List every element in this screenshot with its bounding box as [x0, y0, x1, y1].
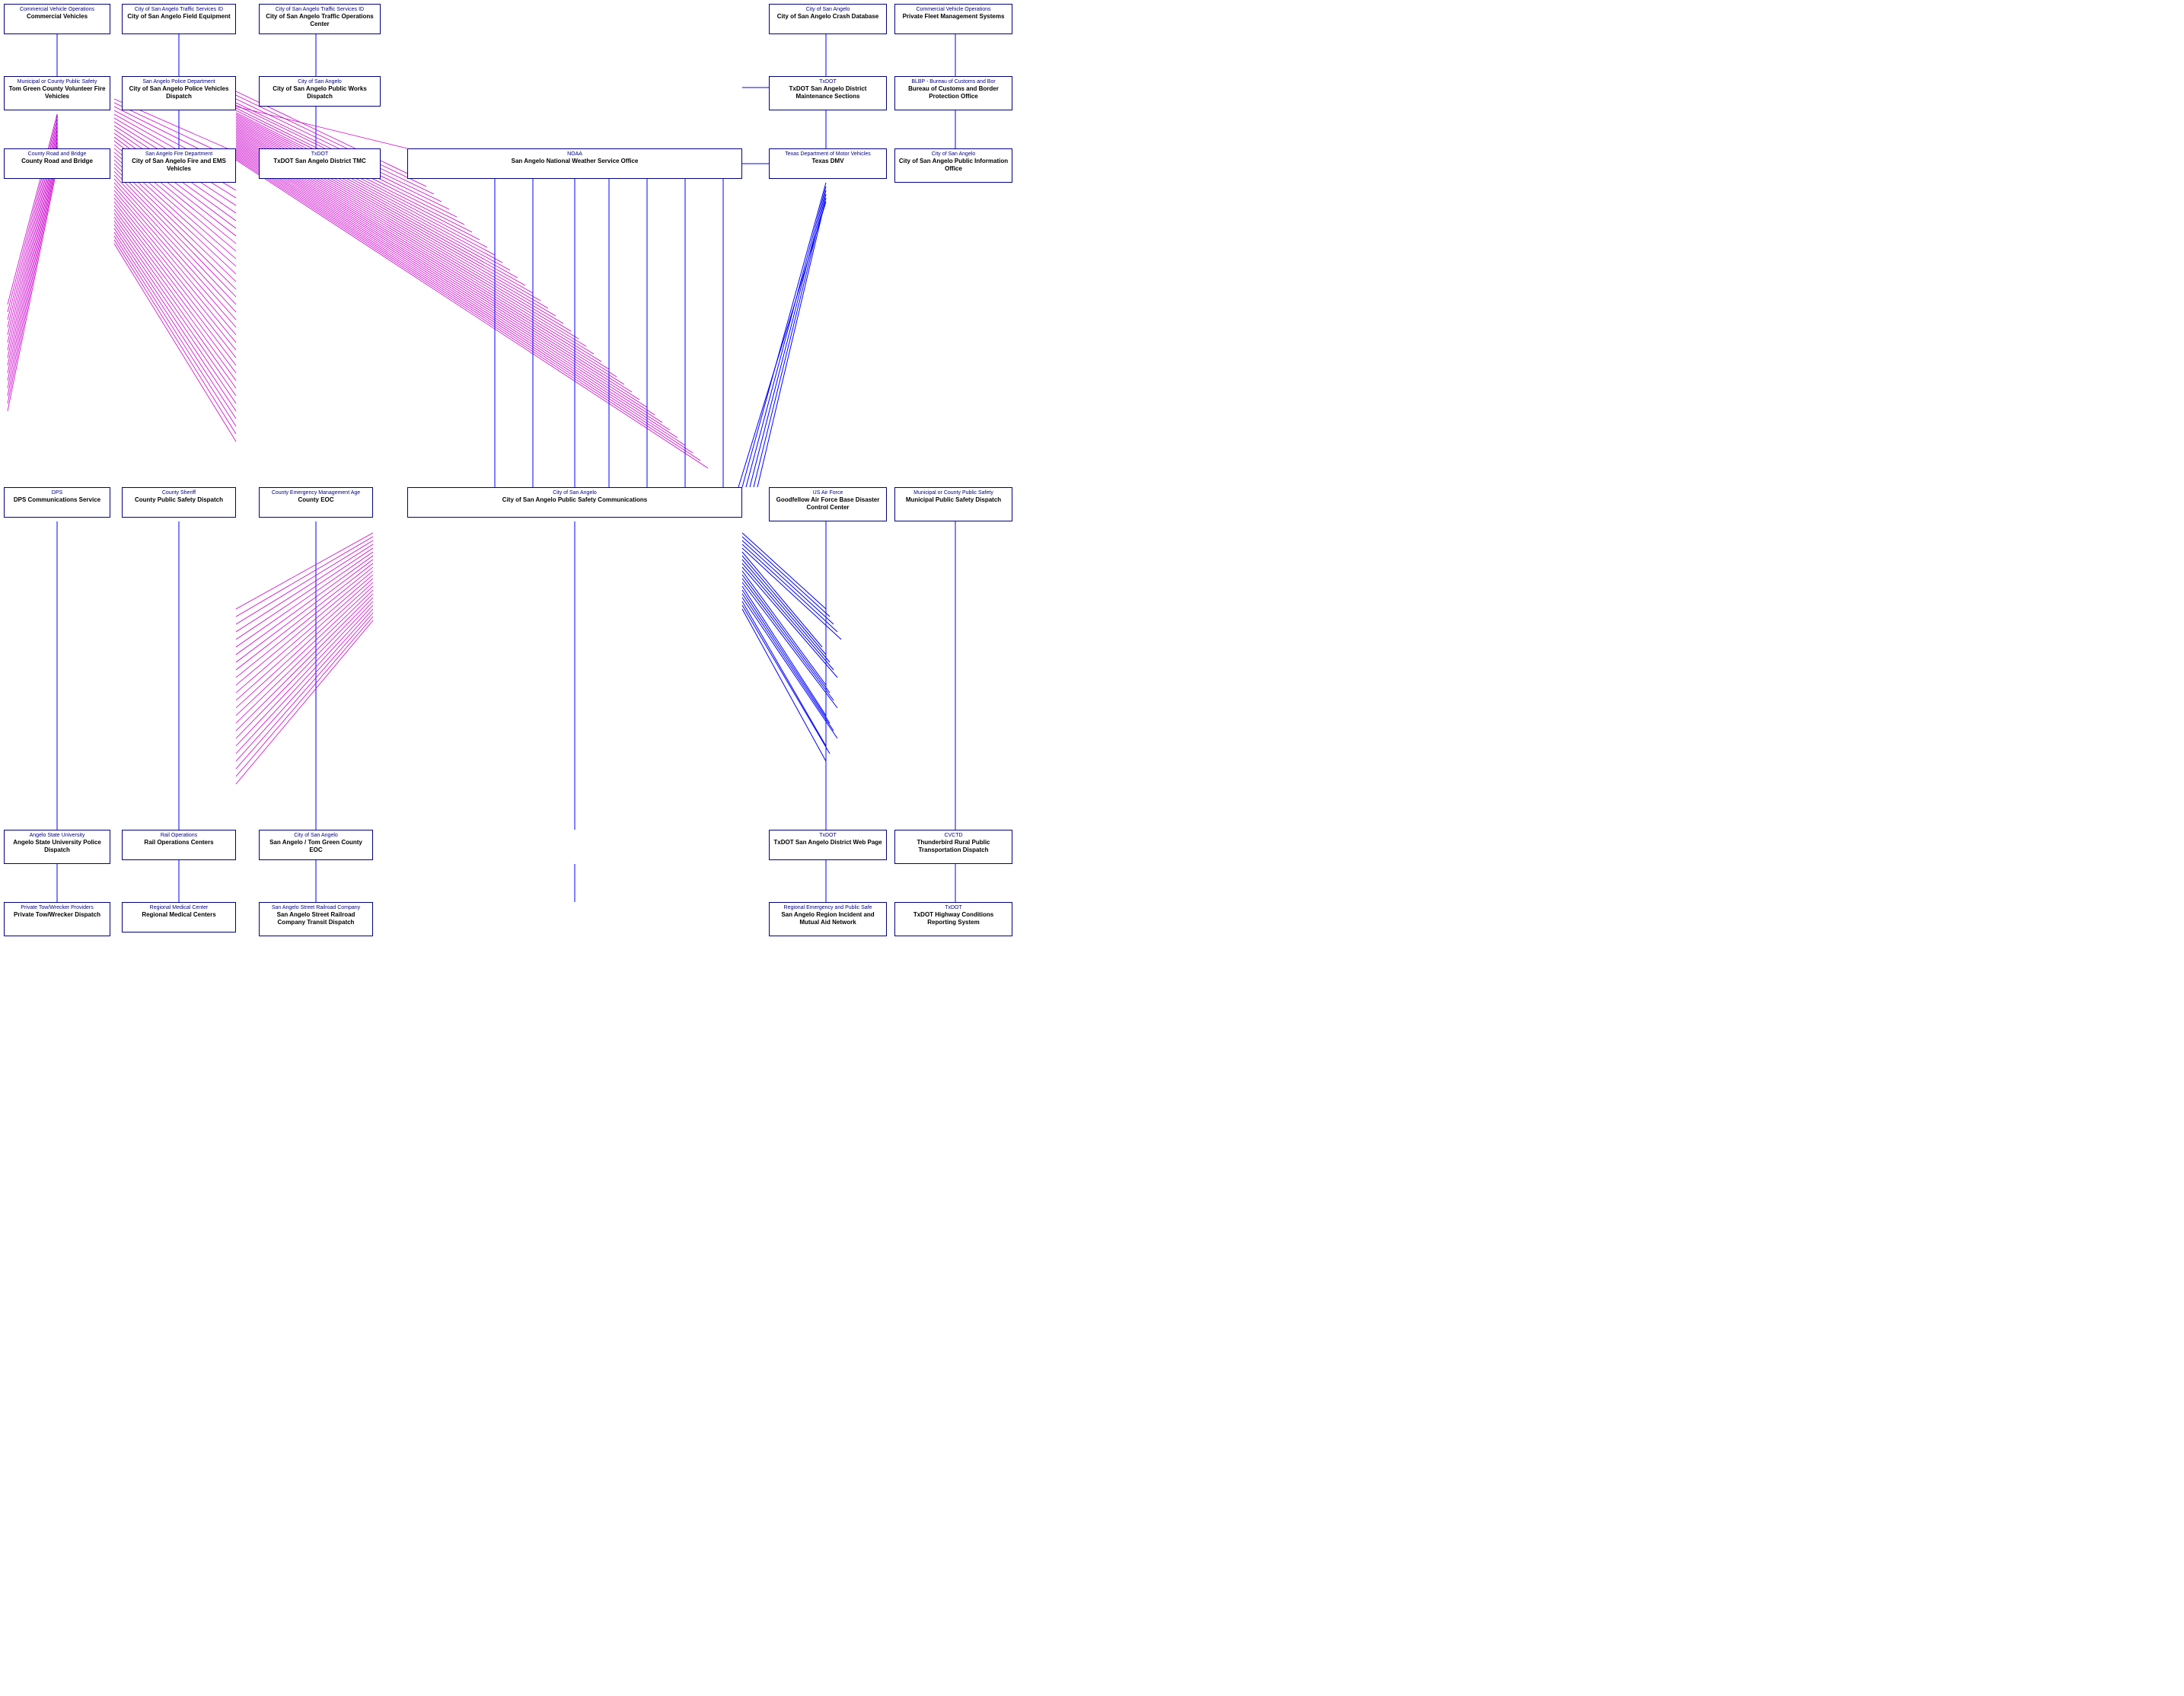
node-asu-police: Angelo State University Angelo State Uni…	[4, 830, 110, 864]
node-maint-category: TxDOT	[773, 79, 883, 85]
node-commercial-vehicles-category: Commercial Vehicle Operations	[8, 7, 107, 13]
node-volunteer-fire-title: Tom Green County Volunteer Fire Vehicles	[8, 85, 107, 100]
node-county-eoc-category: County Emergency Management Age	[263, 490, 369, 496]
node-crash-database: City of San Angelo City of San Angelo Cr…	[769, 4, 887, 34]
node-dps-category: DPS	[8, 490, 107, 496]
node-public-works-category: City of San Angelo	[263, 79, 377, 85]
node-fire-ems-title: City of San Angelo Fire and EMS Vehicles	[126, 158, 232, 172]
node-maint-title: TxDOT San Angelo District Maintenance Se…	[773, 85, 883, 100]
node-weather-category: NOAA	[411, 151, 738, 158]
node-municipal-dispatch-title: Municipal Public Safety Dispatch	[898, 496, 1009, 504]
node-highway-category: TxDOT	[898, 905, 1009, 911]
node-tmc: TxDOT TxDOT San Angelo District TMC	[259, 148, 381, 179]
node-commercial-vehicles-title: Commercial Vehicles	[8, 13, 107, 21]
node-county-dispatch: County Sheriff County Public Safety Disp…	[122, 487, 236, 518]
node-dps-title: DPS Communications Service	[8, 496, 107, 504]
node-crash-db-title: City of San Angelo Crash Database	[773, 13, 883, 21]
node-weather-title: San Angelo National Weather Service Offi…	[411, 158, 738, 165]
node-mutual-aid: Regional Emergency and Public Safe San A…	[769, 902, 887, 936]
node-public-info-title: City of San Angelo Public Information Of…	[898, 158, 1009, 172]
node-weather-service: NOAA San Angelo National Weather Service…	[407, 148, 742, 179]
node-border-title: Bureau of Customs and Border Protection …	[898, 85, 1009, 100]
node-medical-category: Regional Medical Center	[126, 905, 232, 911]
node-field-equipment-title: City of San Angelo Field Equipment	[126, 13, 232, 21]
node-county-road-category: County Road and Bridge	[8, 151, 107, 158]
node-tmc-title: TxDOT San Angelo District TMC	[263, 158, 377, 165]
node-field-equipment: City of San Angelo Traffic Services ID C…	[122, 4, 236, 34]
node-commercial-vehicles: Commercial Vehicle Operations Commercial…	[4, 4, 110, 34]
node-highway-conditions: TxDOT TxDOT Highway Conditions Reporting…	[894, 902, 1012, 936]
node-county-road-title: County Road and Bridge	[8, 158, 107, 165]
node-volunteer-fire-category: Municipal or County Public Safety	[8, 79, 107, 85]
node-dmv-title: Texas DMV	[773, 158, 883, 165]
node-thunderbird-title: Thunderbird Rural Public Transportation …	[898, 839, 1009, 853]
node-tow-wrecker: Private Tow/Wrecker Providers Private To…	[4, 902, 110, 936]
node-police-category: San Angelo Police Department	[126, 79, 232, 85]
node-tom-green-category: City of San Angelo	[263, 833, 369, 839]
node-asu-title: Angelo State University Police Dispatch	[8, 839, 107, 853]
node-county-dispatch-title: County Public Safety Dispatch	[126, 496, 232, 504]
node-highway-title: TxDOT Highway Conditions Reporting Syste…	[898, 911, 1009, 926]
node-texas-dmv: Texas Department of Motor Vehicles Texas…	[769, 148, 887, 179]
node-afb: US Air Force Goodfellow Air Force Base D…	[769, 487, 887, 521]
node-public-info: City of San Angelo City of San Angelo Pu…	[894, 148, 1012, 183]
node-dps: DPS DPS Communications Service	[4, 487, 110, 518]
node-public-works: City of San Angelo City of San Angelo Pu…	[259, 76, 381, 107]
node-mutual-aid-title: San Angelo Region Incident and Mutual Ai…	[773, 911, 883, 926]
node-traffic-ops-category: City of San Angelo Traffic Services ID	[263, 7, 377, 13]
node-rail-title: Rail Operations Centers	[126, 839, 232, 846]
diagram-container: Commercial Vehicle Operations Commercial…	[0, 0, 2184, 1696]
node-rail-category: Rail Operations	[126, 833, 232, 839]
node-traffic-ops-center: City of San Angelo Traffic Services ID C…	[259, 4, 381, 34]
node-tmc-category: TxDOT	[263, 151, 377, 158]
node-tom-green-title: San Angelo / Tom Green County EOC	[263, 839, 369, 853]
node-asu-category: Angelo State University	[8, 833, 107, 839]
node-county-eoc: County Emergency Management Age County E…	[259, 487, 373, 518]
node-psc-title: City of San Angelo Public Safety Communi…	[411, 496, 738, 504]
node-police-vehicles: San Angelo Police Department City of San…	[122, 76, 236, 110]
node-web-page: TxDOT TxDOT San Angelo District Web Page	[769, 830, 887, 860]
node-thunderbird-category: CVCTD	[898, 833, 1009, 839]
node-fire-ems-category: San Angelo Fire Department	[126, 151, 232, 158]
node-street-railroad: San Angelo Street Railroad Company San A…	[259, 902, 373, 936]
node-county-dispatch-category: County Sheriff	[126, 490, 232, 496]
node-afb-category: US Air Force	[773, 490, 883, 496]
node-county-eoc-title: County EOC	[263, 496, 369, 504]
node-tom-green-eoc: City of San Angelo San Angelo / Tom Gree…	[259, 830, 373, 860]
node-municipal-dispatch: Municipal or County Public Safety Munici…	[894, 487, 1012, 521]
node-thunderbird: CVCTD Thunderbird Rural Public Transport…	[894, 830, 1012, 864]
node-web-category: TxDOT	[773, 833, 883, 839]
node-psc: City of San Angelo City of San Angelo Pu…	[407, 487, 742, 518]
node-field-equipment-category: City of San Angelo Traffic Services ID	[126, 7, 232, 13]
node-fleet-mgmt-category: Commercial Vehicle Operations	[898, 7, 1009, 13]
node-fleet-mgmt-title: Private Fleet Management Systems	[898, 13, 1009, 21]
node-police-title: City of San Angelo Police Vehicles Dispa…	[126, 85, 232, 100]
node-psc-category: City of San Angelo	[411, 490, 738, 496]
node-public-works-title: City of San Angelo Public Works Dispatch	[263, 85, 377, 100]
node-border-protection: BLBP - Bureau of Customs and Bor Bureau …	[894, 76, 1012, 110]
node-medical-centers: Regional Medical Center Regional Medical…	[122, 902, 236, 932]
node-mutual-aid-category: Regional Emergency and Public Safe	[773, 905, 883, 911]
node-fire-ems: San Angelo Fire Department City of San A…	[122, 148, 236, 183]
node-border-category: BLBP - Bureau of Customs and Bor	[898, 79, 1009, 85]
node-public-info-category: City of San Angelo	[898, 151, 1009, 158]
node-medical-title: Regional Medical Centers	[126, 911, 232, 919]
node-crash-db-category: City of San Angelo	[773, 7, 883, 13]
node-railroad-category: San Angelo Street Railroad Company	[263, 905, 369, 911]
node-web-title: TxDOT San Angelo District Web Page	[773, 839, 883, 846]
node-afb-title: Goodfellow Air Force Base Disaster Contr…	[773, 496, 883, 511]
node-fleet-mgmt: Commercial Vehicle Operations Private Fl…	[894, 4, 1012, 34]
node-dmv-category: Texas Department of Motor Vehicles	[773, 151, 883, 158]
node-tow-title: Private Tow/Wrecker Dispatch	[8, 911, 107, 919]
node-maintenance-sections: TxDOT TxDOT San Angelo District Maintena…	[769, 76, 887, 110]
node-tow-category: Private Tow/Wrecker Providers	[8, 905, 107, 911]
node-rail-ops: Rail Operations Rail Operations Centers	[122, 830, 236, 860]
node-volunteer-fire: Municipal or County Public Safety Tom Gr…	[4, 76, 110, 110]
node-county-road: County Road and Bridge County Road and B…	[4, 148, 110, 179]
node-municipal-dispatch-category: Municipal or County Public Safety	[898, 490, 1009, 496]
node-railroad-title: San Angelo Street Railroad Company Trans…	[263, 911, 369, 926]
node-traffic-ops-title: City of San Angelo Traffic Operations Ce…	[263, 13, 377, 27]
